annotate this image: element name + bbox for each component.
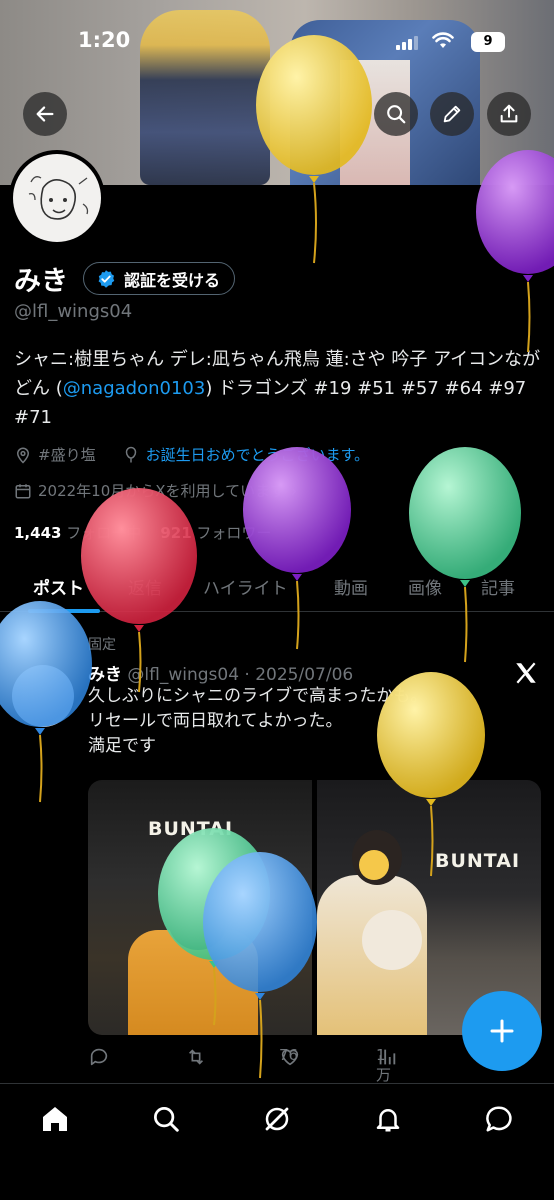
balloon-purple bbox=[243, 447, 351, 650]
post-header: みき @lfl_wings04 · 2025/07/06 bbox=[88, 660, 353, 685]
following-link[interactable]: 1,443 フォロー中 bbox=[14, 524, 141, 542]
chevron-right-icon: › bbox=[291, 481, 298, 500]
image-sign-text: BUNTAI bbox=[435, 850, 521, 872]
profile-avatar[interactable] bbox=[9, 150, 105, 246]
tab-highlights[interactable]: ハイライト bbox=[203, 574, 288, 599]
verified-check-icon bbox=[98, 269, 115, 288]
pinned-text: 固定 bbox=[88, 637, 116, 653]
back-arrow-icon bbox=[36, 106, 54, 122]
nav-home[interactable] bbox=[38, 1102, 72, 1136]
share-icon bbox=[500, 104, 518, 123]
post-image-1[interactable]: BUNTAI bbox=[88, 780, 312, 1035]
profile-bio: シャニ:樹里ちゃん デレ:凪ちゃん飛鳥 蓮:さや 吟子 アイコンながどん (@n… bbox=[14, 345, 544, 432]
post-author[interactable]: みき bbox=[88, 665, 122, 685]
reply-button[interactable] bbox=[88, 1046, 110, 1068]
follow-counts: 1,443 フォロー中 921 フォロワー bbox=[14, 522, 271, 543]
location-icon bbox=[16, 447, 30, 464]
wifi-icon bbox=[432, 32, 454, 55]
post-meta: @lfl_wings04 · 2025/07/06 bbox=[127, 665, 354, 685]
tab-articles[interactable]: 記事 bbox=[481, 574, 515, 599]
following-count: 1,443 bbox=[14, 524, 62, 542]
balloon-icon bbox=[125, 446, 136, 462]
bio-mention-link[interactable]: @nagadon0103 bbox=[63, 378, 206, 399]
nav-grok[interactable] bbox=[260, 1102, 294, 1136]
views-button[interactable]: 1万 bbox=[376, 1046, 398, 1084]
home-icon bbox=[43, 1107, 67, 1131]
bell-icon bbox=[376, 1109, 400, 1132]
status-time: 1:20 bbox=[78, 28, 131, 52]
profile-name: みき bbox=[14, 266, 68, 297]
x-logo-icon bbox=[513, 660, 539, 693]
profile-joined-row[interactable]: 2022年10月からXを利用しています › bbox=[14, 480, 297, 501]
like-count: 76 bbox=[279, 1046, 299, 1064]
profile-birthday-link[interactable]: お誕生日おめでとうございます。 bbox=[146, 444, 370, 465]
active-tab-indicator bbox=[28, 609, 100, 613]
post-text-line: 久しぶりにシャニのライブで高まったかも。 bbox=[88, 686, 428, 706]
emoji-sticker bbox=[359, 850, 389, 880]
followers-count: 921 bbox=[160, 524, 192, 542]
nav-notifications[interactable] bbox=[371, 1102, 405, 1136]
post-avatar[interactable] bbox=[12, 665, 74, 727]
edit-button[interactable] bbox=[430, 92, 474, 136]
profile-handle: @lfl_wings04 bbox=[14, 301, 133, 322]
balloon-green bbox=[409, 447, 521, 663]
profile-location: #盛り塩 bbox=[38, 446, 96, 464]
tab-videos[interactable]: 動画 bbox=[334, 574, 368, 599]
grok-icon bbox=[265, 1107, 289, 1131]
like-button[interactable]: 76 bbox=[279, 1046, 301, 1068]
pencil-icon bbox=[443, 105, 461, 123]
following-label: フォロー中 bbox=[66, 524, 142, 542]
views-count: 1万 bbox=[376, 1046, 392, 1084]
calendar-icon bbox=[15, 483, 31, 498]
tab-replies[interactable]: 返信 bbox=[128, 574, 162, 599]
plus-icon bbox=[490, 1019, 514, 1043]
battery-indicator: 9 bbox=[471, 32, 505, 52]
profile-meta-row: #盛り塩 お誕生日おめでとうございます。 bbox=[14, 444, 369, 465]
profile-joined: 2022年10月からXを利用しています bbox=[38, 482, 286, 500]
avatar-drawing bbox=[13, 154, 101, 242]
profile-tabs: ポスト 返信 ハイライト 動画 画像 記事 bbox=[0, 560, 554, 612]
nav-search[interactable] bbox=[149, 1102, 183, 1136]
compose-button[interactable] bbox=[462, 991, 542, 1071]
tab-posts[interactable]: ポスト bbox=[33, 574, 84, 599]
search-icon bbox=[154, 1107, 179, 1132]
search-icon bbox=[387, 105, 406, 124]
get-verified-label: 認証を受ける bbox=[124, 270, 221, 290]
image-sign-text: BUNTAI bbox=[148, 818, 234, 840]
retweet-button[interactable] bbox=[184, 1046, 208, 1068]
followers-link[interactable]: 921 フォロワー bbox=[160, 524, 271, 542]
nav-messages[interactable] bbox=[482, 1102, 516, 1136]
reply-icon bbox=[90, 1048, 108, 1066]
post-text: 久しぶりにシャニのライブで高まったかも。 リセールで両日取れてよかった。 満足で… bbox=[88, 684, 508, 759]
post-text-line: 満足です bbox=[88, 736, 156, 756]
get-verified-button[interactable]: 認証を受ける bbox=[83, 262, 236, 295]
signal-icon bbox=[396, 36, 418, 50]
message-icon bbox=[486, 1106, 512, 1132]
followers-label: フォロワー bbox=[196, 524, 272, 542]
retweet-icon bbox=[188, 1049, 204, 1065]
bottom-navigation bbox=[0, 1083, 554, 1200]
tab-photos[interactable]: 画像 bbox=[408, 574, 442, 599]
search-button[interactable] bbox=[374, 92, 418, 136]
post-text-line: リセールで両日取れてよかった。 bbox=[88, 711, 343, 731]
back-button[interactable] bbox=[23, 92, 67, 136]
pinned-label: 固定 bbox=[88, 634, 116, 654]
share-button[interactable] bbox=[487, 92, 531, 136]
status-bar: 1:20 9 bbox=[0, 26, 554, 60]
